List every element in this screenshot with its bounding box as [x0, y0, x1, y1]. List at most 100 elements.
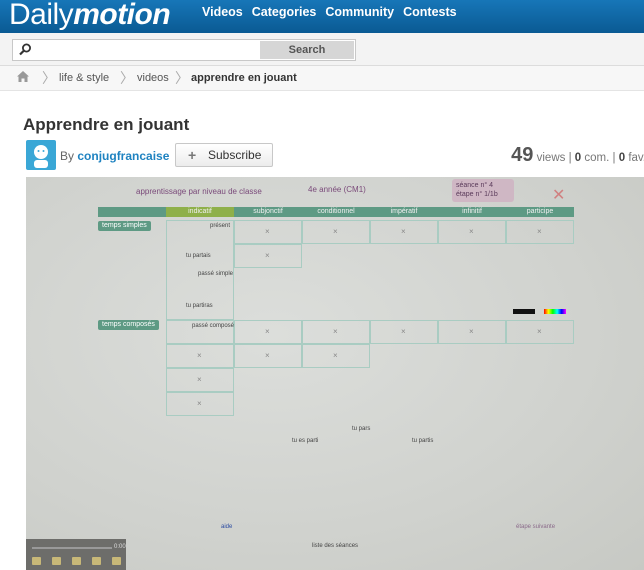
breadcrumb-current: apprendre en jouant	[191, 72, 297, 84]
cross-mark: ×	[469, 227, 474, 236]
cross-mark: ×	[401, 227, 406, 236]
color-swatch-black[interactable]	[513, 309, 535, 314]
cross-mark: ×	[333, 227, 338, 236]
link-etape-suivante[interactable]: étape suivante	[516, 524, 555, 530]
grid-cell: ×	[438, 220, 506, 244]
breadcrumb: 〉 life & style 〉 videos 〉 apprendre en j…	[0, 66, 644, 91]
link-liste-seances[interactable]: liste des séances	[312, 543, 358, 549]
comments-label: com. |	[584, 152, 616, 164]
seance-line2: étape n° 1/1b	[456, 191, 498, 198]
top-bar: Dailymotion Videos Categories Community …	[0, 0, 644, 33]
grid-cell: ×	[234, 220, 302, 244]
col-participe[interactable]: participe	[506, 207, 574, 217]
cross-mark: ×	[469, 327, 474, 336]
author-line: By conjugfrancaise	[60, 149, 169, 163]
link-aide[interactable]: aide	[221, 524, 232, 530]
nav-community[interactable]: Community	[325, 5, 394, 19]
favs-label: fav.	[628, 152, 644, 164]
subscribe-button[interactable]: + Subscribe	[175, 143, 273, 167]
views-count: 49	[511, 144, 534, 166]
logo-text-motion: motion	[73, 0, 171, 31]
logo-text-daily: Daily	[9, 0, 74, 31]
favs-count: 0	[618, 152, 626, 164]
breadcrumb-life-style[interactable]: life & style	[59, 72, 109, 84]
word-tu-pars[interactable]: tu pars	[352, 426, 370, 432]
grid-cell: ×	[166, 392, 234, 416]
grid-cell: ×	[370, 320, 438, 344]
cross-mark: ×	[265, 227, 270, 236]
breadcrumb-separator-icon: 〉	[120, 70, 134, 86]
grid-cell: ×	[234, 320, 302, 344]
time-display: 0:00	[114, 544, 126, 550]
search-row: Search	[0, 33, 644, 66]
volume-icon[interactable]	[72, 557, 81, 565]
home-icon[interactable]	[16, 70, 30, 86]
cross-mark: ×	[265, 251, 270, 260]
col-imperatif[interactable]: impératif	[370, 207, 438, 217]
word-tu-partis[interactable]: tu partis	[412, 438, 433, 444]
breadcrumb-separator-icon: 〉	[175, 70, 189, 86]
nav-videos[interactable]: Videos	[202, 5, 243, 19]
seance-box: séance n° 4 étape n° 1/1b	[452, 179, 514, 202]
cross-mark: ×	[333, 327, 338, 336]
cross-mark: ×	[265, 327, 270, 336]
breadcrumb-separator-icon: 〉	[42, 70, 56, 86]
grid-cell: ×	[438, 320, 506, 344]
sub-passe-simple: passé simple	[198, 271, 234, 277]
pause-icon[interactable]	[52, 557, 61, 565]
breadcrumb-videos[interactable]: videos	[137, 72, 169, 84]
cross-mark: ×	[197, 351, 202, 360]
word-tu-es-parti[interactable]: tu es parti	[292, 438, 318, 444]
col-conditionnel[interactable]: conditionnel	[302, 207, 370, 217]
close-icon[interactable]: ✕	[552, 185, 565, 205]
color-swatch-rainbow[interactable]	[544, 309, 566, 314]
by-label: By	[60, 149, 75, 163]
frame-heading-left: apprentissage par niveau de classe	[136, 187, 262, 196]
main-nav: Videos Categories Community Contests	[202, 5, 457, 19]
player-controls: 0:00	[26, 539, 126, 570]
author-link[interactable]: conjugfrancaise	[77, 149, 169, 163]
grid-cell: ×	[506, 220, 574, 244]
search-box: Search	[12, 39, 356, 61]
video-player[interactable]: apprentissage par niveau de classe 4e an…	[26, 177, 644, 570]
word-tu-partiras: tu partiras	[186, 303, 213, 309]
row-temps-simples[interactable]: temps simples	[98, 221, 151, 231]
row-temps-composes[interactable]: temps composés	[98, 320, 159, 330]
grid-cell: ×	[370, 220, 438, 244]
subscribe-label: Subscribe	[208, 148, 262, 162]
views-label: views |	[536, 152, 572, 164]
grid-cell: ×	[302, 344, 370, 368]
cross-mark: ×	[537, 327, 542, 336]
cross-mark: ×	[333, 351, 338, 360]
col-subjonctif[interactable]: subjonctif	[234, 207, 302, 217]
grid-cell: ×	[302, 320, 370, 344]
col-indicatif[interactable]: indicatif	[166, 207, 234, 217]
video-stats: 49 views | 0 com. | 0 fav.	[511, 144, 644, 167]
seek-bar[interactable]	[32, 547, 112, 549]
settings-icon[interactable]	[92, 557, 101, 565]
nav-categories[interactable]: Categories	[252, 5, 317, 19]
search-input[interactable]	[37, 41, 261, 59]
search-button[interactable]: Search	[260, 41, 354, 59]
cross-mark: ×	[537, 227, 542, 236]
frame-heading-mid: 4e année (CM1)	[308, 185, 366, 194]
grid-cell: ×	[506, 320, 574, 344]
cross-mark: ×	[401, 327, 406, 336]
fullscreen-icon[interactable]	[112, 557, 121, 565]
cross-mark: ×	[197, 399, 202, 408]
seance-line1: séance n° 4	[456, 182, 494, 189]
grid-cell: ×	[234, 244, 302, 268]
plus-icon: +	[188, 147, 197, 163]
col-infinitif[interactable]: infinitif	[438, 207, 506, 217]
grid-cell: ×	[302, 220, 370, 244]
cross-mark: ×	[197, 375, 202, 384]
grid-cell: ×	[166, 344, 234, 368]
play-icon[interactable]	[32, 557, 41, 565]
grid-cell: ×	[234, 344, 302, 368]
sub-present: présent	[210, 223, 231, 229]
avatar[interactable]	[26, 140, 56, 170]
word-tu-partais: tu partais	[186, 253, 211, 259]
cross-mark: ×	[265, 351, 270, 360]
dailymotion-logo[interactable]: Dailymotion	[9, 0, 171, 32]
nav-contests[interactable]: Contests	[403, 5, 456, 19]
